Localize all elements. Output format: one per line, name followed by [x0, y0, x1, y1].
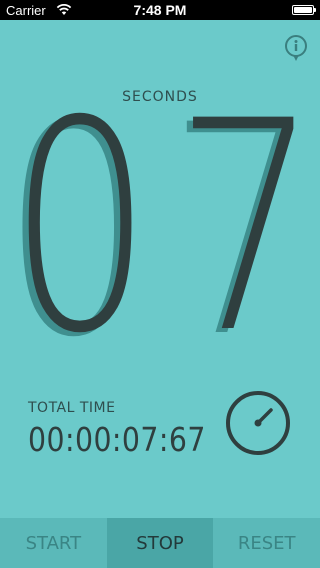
- control-bar: START STOP RESET: [0, 518, 320, 568]
- seconds-display: 0 7: [0, 0, 320, 568]
- reset-button[interactable]: RESET: [213, 518, 320, 568]
- seconds-digit-ones: 7: [174, 60, 319, 397]
- status-time: 7:48 PM: [133, 2, 187, 18]
- stop-button[interactable]: STOP: [106, 518, 214, 568]
- battery-fill: [294, 7, 312, 13]
- total-time-value: 00:00:07:67: [28, 420, 206, 459]
- stopwatch-icon[interactable]: [225, 390, 291, 456]
- battery-icon: [292, 5, 316, 15]
- seconds-digit-tens: 0: [8, 60, 153, 397]
- info-icon[interactable]: [284, 34, 308, 62]
- status-bar: Carrier 7:48 PM: [0, 0, 320, 20]
- start-button[interactable]: START: [0, 518, 107, 568]
- total-time-label: TOTAL TIME: [28, 400, 116, 416]
- seconds-label: SECONDS: [122, 89, 198, 105]
